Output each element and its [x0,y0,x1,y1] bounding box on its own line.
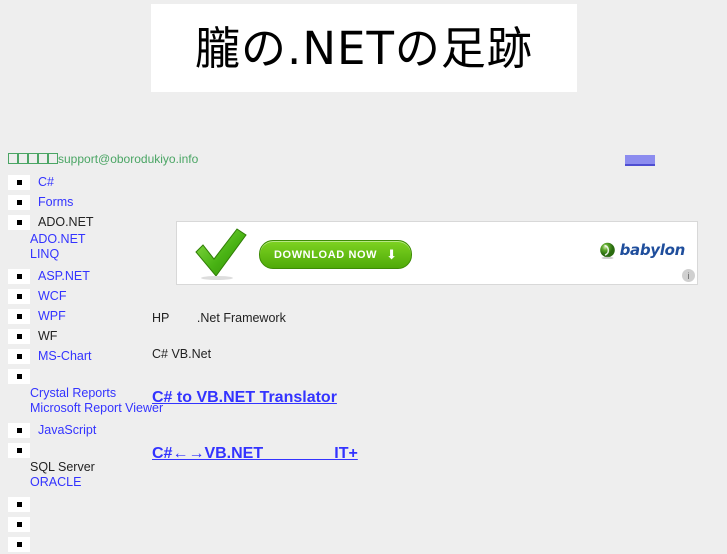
page-title: 朧の.NETの足跡 [195,21,533,75]
bullet-square-icon [8,368,30,384]
sidebar-group: Crystal Reports Microsoft Report Viewer [0,366,163,420]
bullet-square-icon [8,536,30,552]
sidebar-subitem-linq[interactable]: LINQ [30,247,148,262]
sidebar-item-untitled-13 [0,534,148,554]
sidebar-navigation: C# Forms ADO.NET ADO.NET LINQ ASP.NET WCF WPF WF… [0,172,163,554]
translator-link-2[interactable]: C#←→VB.NET IT+ [152,445,358,462]
download-arrow-icon: ⬇ [386,247,398,262]
bullet-square-icon [8,516,30,532]
intro-line-2: C# VB.Net [152,347,212,361]
sidebar-item-untitled-8 [0,366,148,386]
missing-glyph-box [28,153,38,164]
advertisement-banner[interactable]: DOWNLOAD NOW ⬇ babylon i [176,221,698,285]
bullet-square-icon [8,348,30,364]
sidebar-group: ADO.NET ADO.NET LINQ [0,212,148,266]
globe-icon [599,242,615,259]
missing-glyph-box [48,153,58,164]
missing-glyph-box [8,153,18,164]
sidebar-item-untitled-10 [0,440,148,460]
bullet-square-icon [8,308,30,324]
sidebar-group: Forms [0,192,148,212]
sidebar-item-untitled-11 [0,494,148,514]
sidebar-item-javascript[interactable]: JavaScript [0,420,148,440]
sidebar-subitem-microsoft-report-viewer[interactable]: Microsoft Report Viewer [30,401,163,416]
sidebar-group: WCF [0,286,148,306]
download-now-button[interactable]: DOWNLOAD NOW ⬇ [259,240,413,269]
bullet-square-icon [8,328,30,344]
sidebar-group: WF [0,326,148,346]
sidebar-item-label: C# [38,175,54,189]
sidebar-item-label: WPF [38,309,66,323]
sidebar-group [0,514,148,534]
sidebar-item-wcf[interactable]: WCF [0,286,148,306]
bullet-square-icon [8,174,30,190]
bullet-square-icon [8,194,30,210]
sidebar-subitem-oracle[interactable]: ORACLE [30,475,148,490]
bullet-square-icon [8,214,30,230]
sidebar-item-c-[interactable]: C# [0,172,148,192]
sidebar-item-forms[interactable]: Forms [0,192,148,212]
green-check-icon [195,228,247,280]
sidebar-group [0,494,148,514]
sidebar-group: ASP.NET [0,266,148,286]
bullet-square-icon [8,268,30,284]
sidebar-item-untitled-12 [0,514,148,534]
sidebar-item-ms-chart[interactable]: MS-Chart [0,346,148,366]
sidebar-item-label: ASP.NET [38,269,90,283]
sidebar-item-label: WF [38,329,58,343]
sidebar-group: JavaScript [0,420,148,440]
sidebar-sublist: ADO.NET LINQ [0,232,148,262]
sidebar-sublist: Crystal Reports Microsoft Report Viewer [0,386,163,416]
ad-info-icon[interactable]: i [682,269,695,282]
missing-glyph-boxes [8,152,58,166]
bullet-square-icon [8,496,30,512]
sidebar-group: MS-Chart [0,346,148,366]
download-now-label: DOWNLOAD NOW [274,248,378,261]
sidebar-group [0,534,148,554]
top-right-link[interactable] [625,155,655,166]
sidebar-group: WPF [0,306,148,326]
babylon-brand[interactable]: babylon [599,241,685,259]
sidebar-item-label: WCF [38,289,67,303]
contact-email-line: support@oborodukiyo.info [8,152,198,166]
sidebar-subitem-sql-server: SQL Server [30,460,95,474]
sidebar-item-ado-net: ADO.NET [0,212,148,232]
sidebar-item-wpf[interactable]: WPF [0,306,148,326]
sidebar-item-label: ADO.NET [38,215,94,229]
header-banner: 朧の.NETの足跡 [151,4,577,92]
sidebar-subitem-ado-net[interactable]: ADO.NET [30,232,148,247]
missing-glyph-box [38,153,48,164]
sidebar-item-wf: WF [0,326,148,346]
sidebar-item-label: Forms [38,195,74,209]
translator-link-1[interactable]: C# to VB.NET Translator [152,389,337,406]
bullet-square-icon [8,422,30,438]
sidebar-item-asp-net[interactable]: ASP.NET [0,266,148,286]
sidebar-group: C# [0,172,148,192]
sidebar-subitem-crystal-reports[interactable]: Crystal Reports [30,386,148,401]
bullet-square-icon [8,288,30,304]
contact-email[interactable]: support@oborodukiyo.info [58,152,198,166]
sidebar-item-label: JavaScript [38,423,97,437]
missing-glyph-box [18,153,28,164]
sidebar-sublist: SQL Server ORACLE [0,460,148,490]
babylon-brand-label: babylon [619,241,686,259]
sidebar-group: SQL Server ORACLE [0,440,148,494]
sidebar-item-label: MS-Chart [38,349,92,363]
main-content: HP .Net Framework C# VB.Net C# to VB.NET… [152,308,712,464]
bullet-square-icon [8,442,30,458]
intro-line-1: HP .Net Framework [152,311,286,325]
